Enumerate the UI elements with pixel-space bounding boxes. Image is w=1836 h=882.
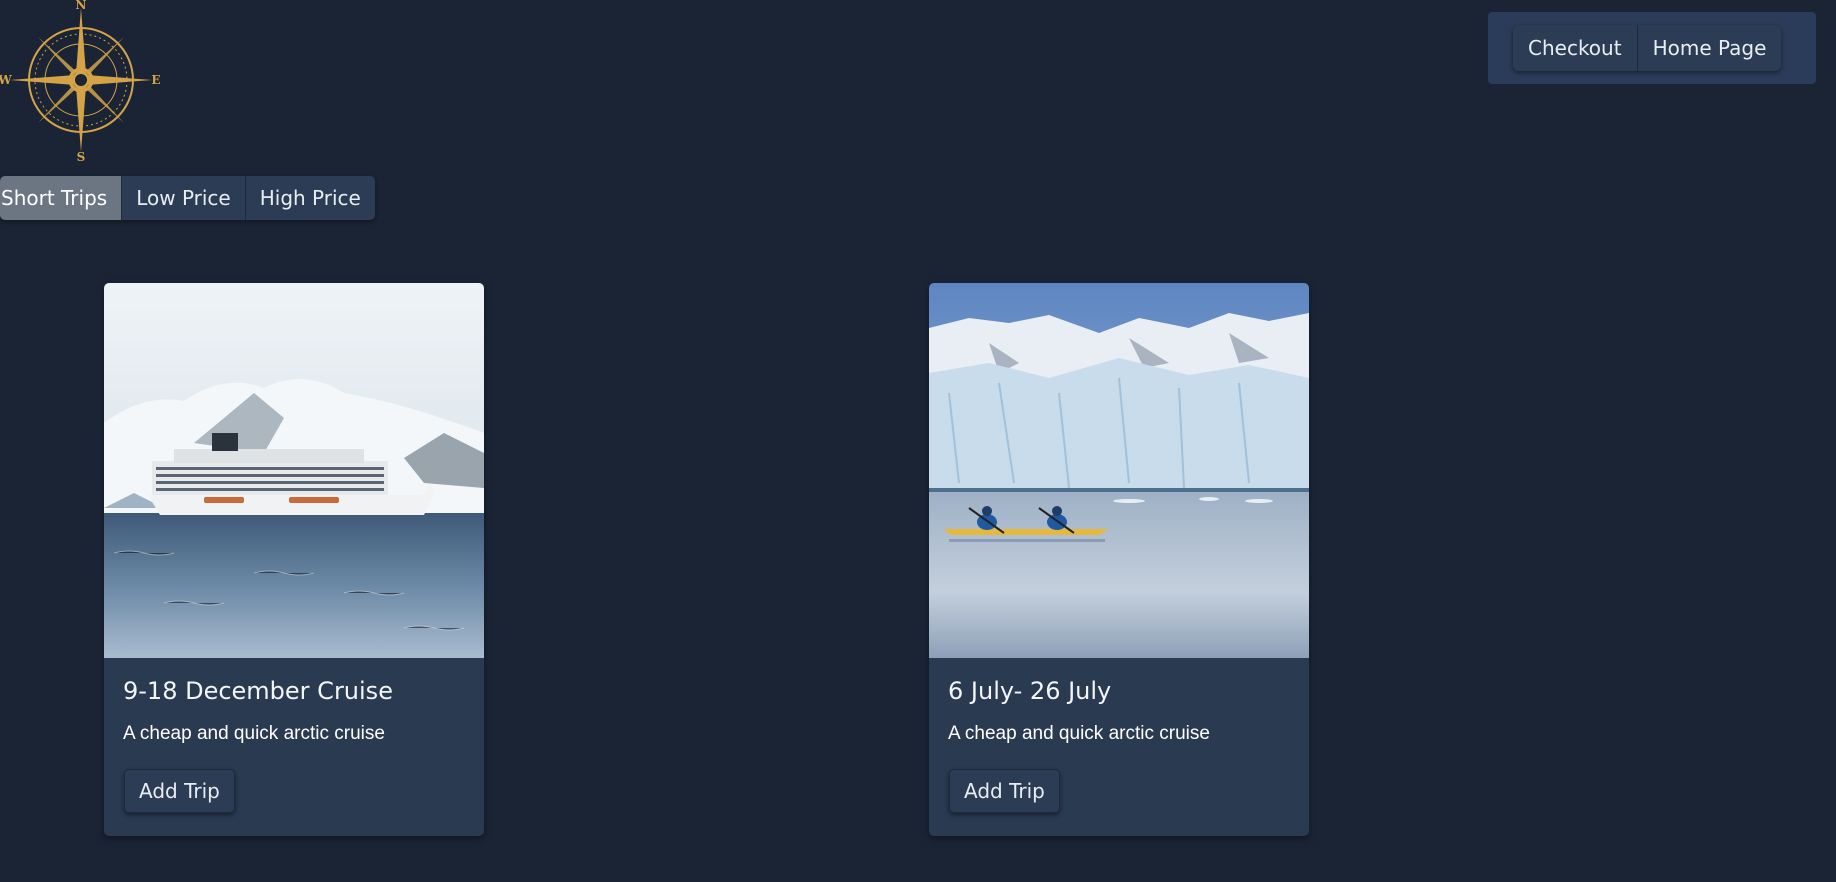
nav-button-group: Checkout Home Page [1513, 25, 1782, 71]
trip-card: 9-18 December Cruise A cheap and quick a… [104, 283, 484, 836]
short-trips-filter-button[interactable]: Short Trips [0, 176, 123, 220]
kayak-glacier-image [929, 283, 1309, 658]
top-nav: Checkout Home Page [1488, 12, 1816, 84]
checkout-button[interactable]: Checkout [1513, 25, 1638, 71]
filter-button-group: Short Trips Low Price High Price [0, 176, 375, 220]
compass-letter-s: S [77, 150, 86, 164]
add-trip-button[interactable]: Add Trip [949, 769, 1060, 813]
compass-logo: N S E W [0, 0, 164, 164]
add-trip-button[interactable]: Add Trip [124, 769, 235, 813]
compass-letter-e: E [151, 73, 160, 87]
compass-rose-icon: N S E W [0, 0, 161, 164]
trip-description: A cheap and quick arctic cruise [123, 723, 385, 744]
high-price-filter-button[interactable]: High Price [245, 176, 375, 220]
compass-letter-w: W [0, 73, 12, 87]
home-page-button[interactable]: Home Page [1637, 25, 1782, 71]
cruise-ship-image [104, 283, 484, 658]
low-price-filter-button[interactable]: Low Price [122, 176, 246, 220]
trip-title: 6 July- 26 July [948, 677, 1112, 705]
compass-letter-n: N [76, 0, 87, 12]
trip-title: 9-18 December Cruise [123, 677, 393, 705]
trip-description: A cheap and quick arctic cruise [948, 723, 1210, 744]
trip-card: 6 July- 26 July A cheap and quick arctic… [929, 283, 1309, 836]
